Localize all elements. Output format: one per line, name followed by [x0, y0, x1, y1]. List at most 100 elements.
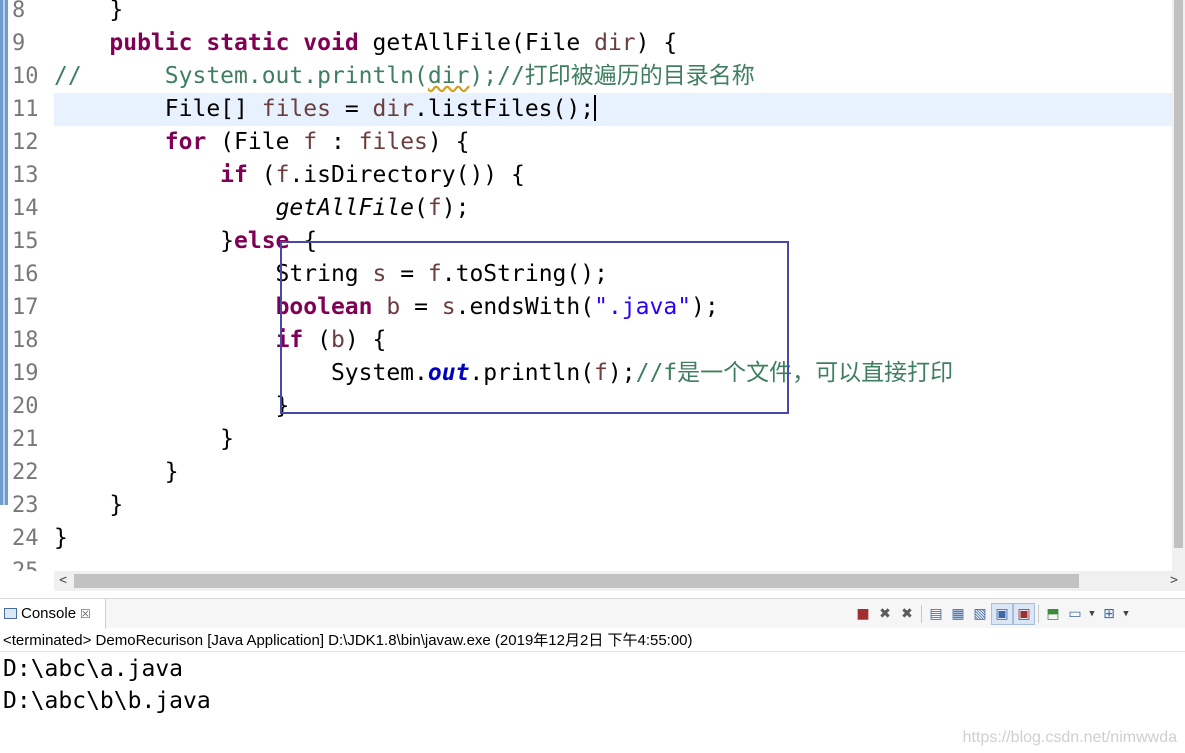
- line-number: 8: [12, 0, 26, 23]
- editor-horizontal-scrollbar[interactable]: < >: [54, 571, 1185, 591]
- code-token: dir: [594, 30, 636, 56]
- close-icon[interactable]: ☒: [80, 607, 91, 621]
- code-token: }: [54, 393, 290, 419]
- code-token: }: [54, 459, 179, 485]
- remove-all-terminated-icon[interactable]: ✖: [896, 603, 918, 625]
- line-number: 10: [12, 64, 39, 89]
- code-token: static: [206, 30, 290, 56]
- code-line[interactable]: }: [54, 423, 1172, 456]
- code-line[interactable]: [54, 555, 1172, 571]
- code-token: getAllFile(File: [358, 30, 595, 56]
- code-token: if: [220, 162, 248, 188]
- code-token: f: [275, 162, 290, 188]
- editor-horizontal-scroll-thumb[interactable]: [74, 574, 1079, 588]
- display-console-icon[interactable]: ▭: [1064, 603, 1086, 625]
- remove-launch-icon[interactable]: ✖: [874, 603, 896, 625]
- toolbar-separator: [921, 605, 922, 623]
- code-token: void: [303, 30, 359, 56]
- code-token: }: [54, 525, 68, 551]
- code-line[interactable]: for (File f : files) {: [54, 126, 1172, 159]
- console-output[interactable]: D:\abc\a.java D:\abc\b\b.java https://bl…: [0, 653, 1185, 753]
- display-console-dropdown-icon[interactable]: ▼: [1086, 609, 1098, 619]
- code-token: );: [441, 195, 470, 221]
- code-editor[interactable]: 8 9 10 11 12 13 14 15 16 17 18 19 20 21 22 23 24 25 } pub…: [0, 0, 1185, 571]
- code-token: public: [109, 30, 193, 56]
- clear-console-icon[interactable]: ▤: [925, 603, 947, 625]
- console-view-tabbar: Console ☒ ■ ✖ ✖ ▤ ▦ ▧ ▣ ▣ ⬒ ▭ ▼ ⊞ ▼: [0, 598, 1185, 629]
- change-ruler: [0, 0, 8, 505]
- highlight-box: [280, 241, 789, 414]
- line-number: 24: [12, 526, 39, 551]
- code-line[interactable]: // System.out.println(dir);//打印被遍历的目录名称: [54, 60, 1172, 93]
- code-token: dir: [372, 96, 415, 122]
- line-number: 22: [12, 460, 39, 485]
- code-line[interactable]: }: [54, 489, 1172, 522]
- line-number: 19: [12, 361, 39, 386]
- code-line[interactable]: }: [54, 0, 1172, 27]
- scroll-left-arrow-icon[interactable]: <: [54, 571, 72, 591]
- editor-vertical-scroll-thumb[interactable]: [1174, 0, 1183, 548]
- show-on-stderr-icon[interactable]: ▣: [1013, 603, 1035, 625]
- toolbar-separator: [1038, 605, 1039, 623]
- line-number: 25: [12, 555, 50, 571]
- line-number: 13: [12, 163, 39, 188]
- line-number: 18: [12, 328, 39, 353]
- line-number-gutter: 8 9 10 11 12 13 14 15 16 17 18 19 20 21 22 23 24 25: [8, 0, 54, 571]
- show-on-stdout-icon[interactable]: ▣: [991, 603, 1013, 625]
- code-token: ) {: [427, 129, 470, 155]
- code-token: // System.out.println(: [54, 63, 428, 89]
- code-token: File[]: [54, 96, 262, 122]
- open-console-icon[interactable]: ⊞: [1098, 603, 1120, 625]
- code-token: files: [261, 96, 331, 122]
- console-output-line: D:\abc\a.java: [3, 656, 184, 682]
- code-token: for: [164, 129, 207, 155]
- code-token: :: [317, 129, 359, 155]
- current-code-line[interactable]: File[] files = dir.listFiles();: [54, 93, 1172, 126]
- code-token: dir: [427, 63, 470, 89]
- line-number: 16: [12, 262, 39, 287]
- pin-console-icon[interactable]: ⬒: [1042, 603, 1064, 625]
- line-number: 14: [12, 196, 39, 221]
- code-token: );//打印被遍历的目录名称: [469, 63, 755, 89]
- code-line[interactable]: public static void getAllFile(File dir) …: [54, 27, 1172, 60]
- code-line[interactable]: }: [54, 522, 1172, 555]
- code-line[interactable]: getAllFile(f);: [54, 192, 1172, 225]
- open-console-dropdown-icon[interactable]: ▼: [1120, 609, 1132, 619]
- code-token: (File: [206, 129, 304, 155]
- code-token: .listFiles();: [414, 96, 595, 122]
- code-line[interactable]: if (f.isDirectory()) {: [54, 159, 1172, 192]
- code-token: f: [427, 195, 442, 221]
- line-number: 9: [12, 31, 26, 56]
- code-token: getAllFile: [275, 195, 415, 221]
- line-number: 15: [12, 229, 39, 254]
- code-token: files: [358, 129, 428, 155]
- console-icon: [4, 608, 17, 619]
- code-line[interactable]: }: [54, 456, 1172, 489]
- code-token: }: [54, 426, 235, 452]
- scroll-right-arrow-icon[interactable]: >: [1163, 571, 1185, 591]
- watermark: https://blog.csdn.net/nimwwda: [962, 729, 1177, 746]
- line-number: 17: [12, 295, 39, 320]
- line-number: 20: [12, 394, 39, 419]
- word-wrap-icon[interactable]: ▧: [969, 603, 991, 625]
- code-token: ) {: [635, 30, 678, 56]
- scroll-lock-icon[interactable]: ▦: [947, 603, 969, 625]
- editor-vertical-scrollbar[interactable]: [1172, 0, 1185, 571]
- code-token: }: [54, 0, 124, 23]
- console-toolbar: ■ ✖ ✖ ▤ ▦ ▧ ▣ ▣ ⬒ ▭ ▼ ⊞ ▼: [852, 602, 1132, 626]
- text-caret: [594, 95, 597, 121]
- code-token: }: [54, 492, 124, 518]
- tab-console-label: Console: [21, 605, 77, 622]
- terminate-icon[interactable]: ■: [852, 603, 874, 625]
- code-token: (: [247, 162, 276, 188]
- code-token: =: [330, 96, 373, 122]
- tab-console[interactable]: Console ☒: [0, 599, 106, 629]
- code-token: f: [303, 129, 318, 155]
- code-token: (: [414, 195, 428, 221]
